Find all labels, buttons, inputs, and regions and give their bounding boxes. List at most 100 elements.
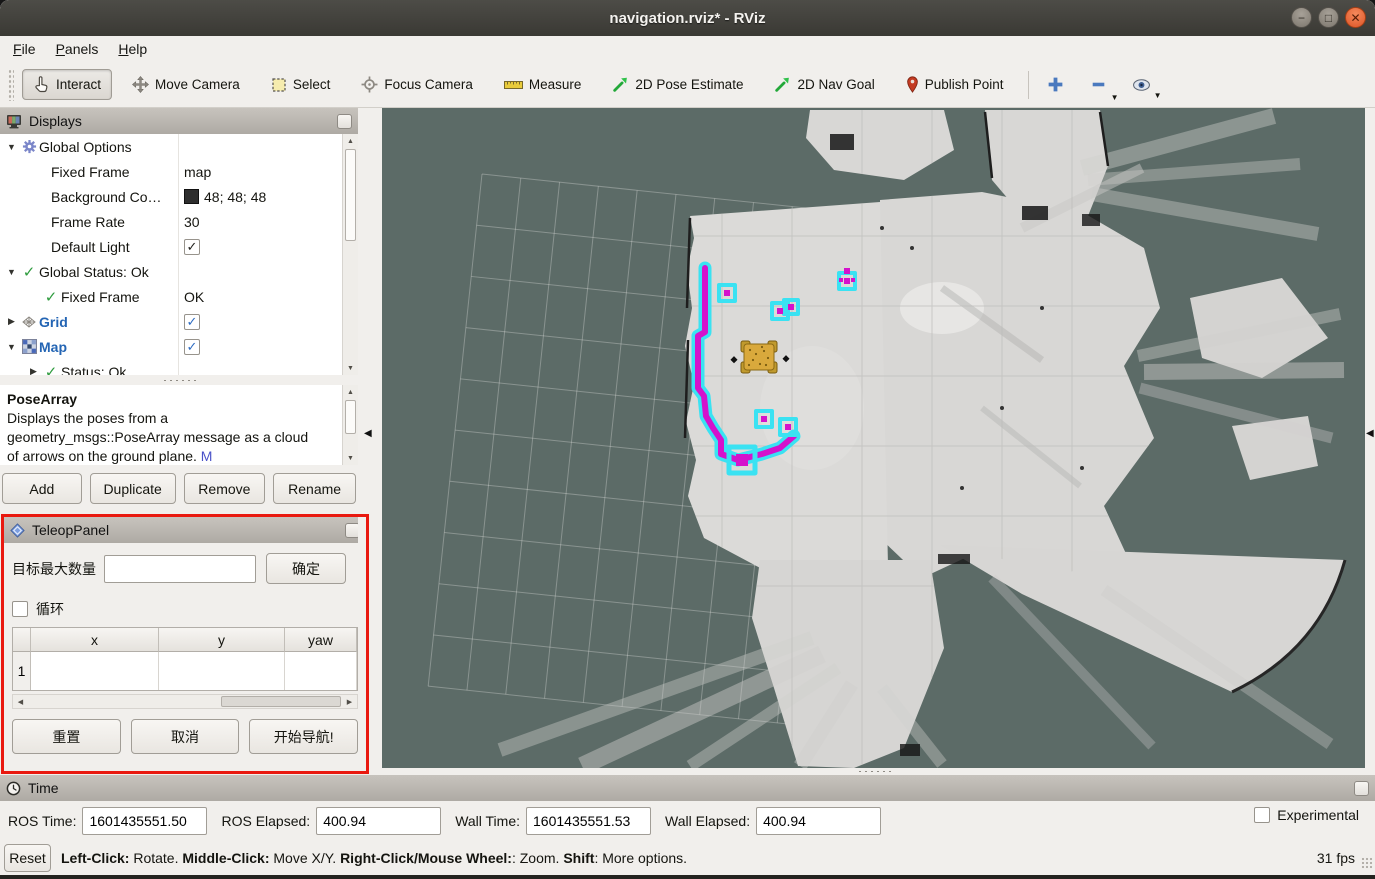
dropdown-caret-icon[interactable]: ▼: [1111, 93, 1119, 102]
row-header-cell[interactable]: 1: [13, 652, 31, 690]
tree-row-global-options[interactable]: ▼Global Options: [0, 134, 358, 159]
scroll-up-icon[interactable]: ▲: [343, 134, 358, 148]
more-link[interactable]: M: [201, 448, 213, 464]
tree-row-fixed-frame[interactable]: ✓Fixed FrameOK: [0, 284, 358, 309]
ruler-icon: [504, 79, 523, 91]
tool-plus-icon[interactable]: [1041, 71, 1070, 98]
close-button[interactable]: ✕: [1345, 7, 1366, 28]
title-bar[interactable]: navigation.rviz* - RViz −□✕: [0, 0, 1375, 36]
tool-focus-camera[interactable]: Focus Camera: [350, 69, 484, 100]
view-bottom-splitter[interactable]: [382, 768, 1365, 775]
dock-splitter-right[interactable]: ◀: [1365, 108, 1375, 775]
description-scrollbar[interactable]: ▲ ▼: [342, 385, 358, 465]
confirm-button[interactable]: 确定: [266, 553, 346, 584]
displays-float-button[interactable]: [337, 114, 352, 129]
scroll-up-icon[interactable]: ▲: [343, 385, 358, 399]
menu-help[interactable]: Help: [118, 41, 147, 57]
tool-select[interactable]: Select: [260, 70, 342, 100]
toolbar-drag-handle[interactable]: [8, 69, 14, 101]
tool-label: Move Camera: [155, 77, 240, 92]
minus-icon: [1089, 75, 1108, 94]
table-row: 1: [13, 652, 357, 690]
tool-publish-point[interactable]: Publish Point: [895, 69, 1015, 100]
reset-goals-button[interactable]: 重置: [12, 719, 121, 754]
scroll-left-icon[interactable]: ◀: [13, 695, 28, 708]
cancel-button[interactable]: 取消: [131, 719, 240, 754]
tree-row-map[interactable]: ▼ Map ✓: [0, 334, 358, 359]
tree-row-status-ok[interactable]: ▶✓Status: Ok: [0, 359, 358, 375]
tree-row-default-light[interactable]: Default Light✓: [0, 234, 358, 259]
displays-tree-scrollbar[interactable]: ▲ ▼: [342, 134, 358, 375]
menu-file[interactable]: File: [13, 41, 36, 57]
gear-icon: [19, 139, 39, 154]
enable-checkbox[interactable]: ✓: [184, 339, 200, 355]
collapse-right-icon[interactable]: ◀: [1366, 428, 1374, 439]
expander-icon[interactable]: ▼: [4, 267, 19, 277]
maximize-button[interactable]: □: [1318, 7, 1339, 28]
tree-row-grid[interactable]: ▶Grid✓: [0, 309, 358, 334]
time-field-input-3[interactable]: [756, 807, 881, 835]
tree-row-fixed-frame[interactable]: Fixed Framemap: [0, 159, 358, 184]
reset-button[interactable]: Reset: [4, 844, 51, 872]
tool-move-camera[interactable]: Move Camera: [121, 69, 251, 100]
tree-row-label: Fixed Frame: [51, 164, 130, 180]
tool-measure[interactable]: Measure: [493, 70, 593, 99]
tree-row-global-status-ok[interactable]: ▼✓Global Status: Ok: [0, 259, 358, 284]
expander-icon[interactable]: ▼: [4, 142, 19, 152]
loop-checkbox[interactable]: [12, 601, 28, 617]
add-display-button[interactable]: Add: [2, 473, 82, 504]
scrollbar-thumb[interactable]: [345, 400, 356, 434]
tool-label: Focus Camera: [384, 77, 473, 92]
tree-row-label: Frame Rate: [51, 214, 125, 230]
duplicate-display-button[interactable]: Duplicate: [90, 473, 176, 504]
minimize-button[interactable]: −: [1291, 7, 1312, 28]
resize-grip[interactable]: [1361, 857, 1373, 869]
menu-panels[interactable]: Panels: [56, 41, 99, 57]
map-pin-icon: [906, 76, 919, 93]
time-float-button[interactable]: [1354, 781, 1369, 796]
enable-checkbox[interactable]: ✓: [184, 314, 200, 330]
color-swatch[interactable]: [184, 189, 199, 204]
tool-interact[interactable]: Interact: [22, 69, 112, 100]
tool-eye-icon[interactable]: ▼: [1127, 74, 1156, 96]
start-navigation-button[interactable]: 开始导航!: [249, 719, 358, 754]
tree-row-frame-rate[interactable]: Frame Rate30: [0, 209, 358, 234]
collapse-left-icon[interactable]: ◀: [364, 428, 372, 439]
dropdown-caret-icon[interactable]: ▼: [1154, 91, 1162, 100]
column-header-y[interactable]: y: [159, 628, 285, 652]
table-cell[interactable]: [31, 652, 159, 690]
tree-row-label: Map: [39, 339, 67, 355]
experimental-row: Experimental: [1254, 807, 1359, 823]
table-horizontal-scrollbar[interactable]: ◀ ▶: [12, 694, 358, 709]
column-header-x[interactable]: x: [31, 628, 159, 652]
max-goal-input[interactable]: [104, 555, 256, 583]
3d-viewport[interactable]: [382, 108, 1365, 768]
scroll-down-icon[interactable]: ▼: [343, 361, 358, 375]
expander-icon[interactable]: ▶: [4, 316, 19, 327]
scroll-down-icon[interactable]: ▼: [343, 451, 358, 465]
expander-icon[interactable]: ▼: [4, 342, 19, 352]
expander-icon[interactable]: ▶: [26, 366, 41, 375]
panel-splitter[interactable]: [0, 375, 358, 385]
scroll-right-icon[interactable]: ▶: [342, 695, 357, 708]
tool-2d-pose-estimate[interactable]: 2D Pose Estimate: [601, 69, 754, 100]
rename-display-button[interactable]: Rename: [273, 473, 356, 504]
table-cell[interactable]: [159, 652, 285, 690]
column-header-yaw[interactable]: yaw: [285, 628, 357, 652]
time-field-input-2[interactable]: [526, 807, 651, 835]
teleop-panel-title: TeleopPanel: [32, 522, 109, 538]
dock-splitter-left[interactable]: ◀: [358, 108, 382, 775]
remove-display-button[interactable]: Remove: [184, 473, 266, 504]
teleop-buttons: 重置取消开始导航!: [12, 719, 358, 754]
tool-2d-nav-goal[interactable]: 2D Nav Goal: [763, 69, 885, 100]
time-field-input-1[interactable]: [316, 807, 441, 835]
table-cell[interactable]: [285, 652, 357, 690]
tree-row-background-co-[interactable]: Background Co…48; 48; 48: [0, 184, 358, 209]
scrollbar-thumb[interactable]: [221, 696, 341, 707]
time-field-input-0[interactable]: [82, 807, 207, 835]
enable-checkbox[interactable]: ✓: [184, 239, 200, 255]
time-field-label: Wall Elapsed:: [665, 813, 750, 829]
experimental-checkbox[interactable]: [1254, 807, 1270, 823]
tool-minus-icon[interactable]: ▼: [1084, 71, 1113, 98]
scrollbar-thumb[interactable]: [345, 149, 356, 241]
